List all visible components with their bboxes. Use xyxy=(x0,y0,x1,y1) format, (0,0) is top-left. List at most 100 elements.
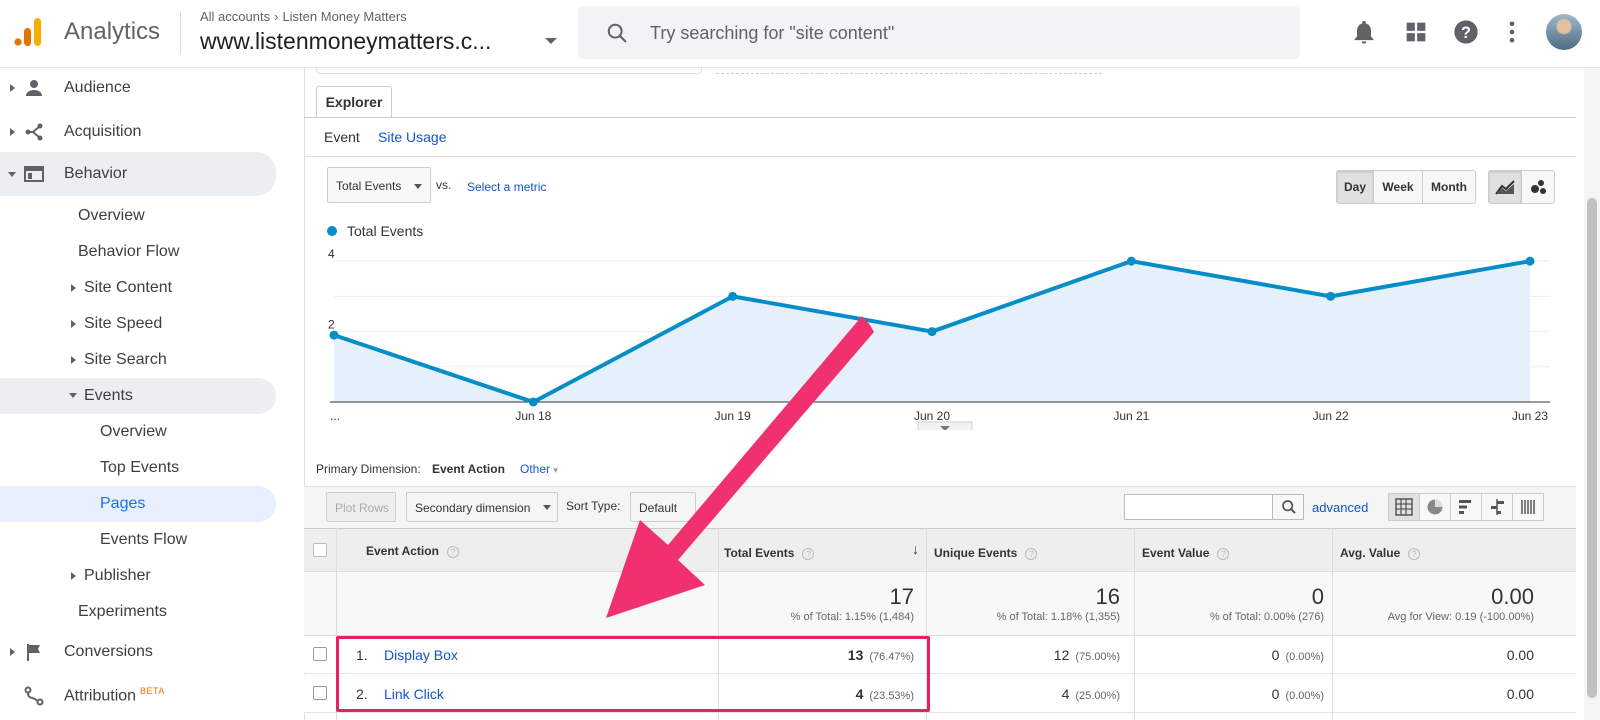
help-icon[interactable]: ? xyxy=(1025,547,1038,560)
analytics-logo-icon[interactable] xyxy=(12,16,44,48)
help-icon[interactable]: ? xyxy=(1408,547,1421,560)
total-events-chart[interactable]: 4 2... Jun 18 Jun 19 Jun 20 Jun 21 Jun 22 Jun 2… xyxy=(304,240,1576,430)
help-icon[interactable]: ? xyxy=(1217,547,1230,560)
search-bar[interactable]: Try searching for "site content" xyxy=(578,6,1300,59)
select-all-checkbox[interactable] xyxy=(313,543,327,557)
day-button[interactable]: Day xyxy=(1336,170,1374,204)
advanced-filter-link[interactable]: advanced xyxy=(1312,500,1368,515)
search-placeholder[interactable]: Try searching for "site content" xyxy=(650,23,894,44)
table-filter-input[interactable] xyxy=(1124,494,1274,520)
search-icon xyxy=(1282,500,1296,514)
date-range-box[interactable] xyxy=(316,68,702,74)
column-header-total-events[interactable]: Total Events? xyxy=(724,546,815,560)
breadcrumb[interactable]: All accounts › Listen Money Matters xyxy=(200,9,407,24)
comparison-icon xyxy=(1491,499,1504,515)
svg-text:?: ? xyxy=(1461,24,1471,42)
plot-rows-button[interactable]: Plot Rows xyxy=(326,492,396,522)
table-filter-search-button[interactable] xyxy=(1272,494,1304,520)
avg-value-percent: Avg for View: 0.19 (-100.00%) xyxy=(1387,611,1534,623)
bar-chart-icon xyxy=(1459,500,1471,514)
sidebar-item-behavior-flow[interactable]: Behavior Flow xyxy=(0,232,276,272)
help-icon[interactable]: ? xyxy=(446,545,459,558)
sidebar-item-audience[interactable]: Audience xyxy=(0,68,276,108)
attribution-label: Attribution xyxy=(64,687,137,705)
primary-dimension-event-action[interactable]: Event Action xyxy=(432,462,505,476)
column-header-event-action[interactable]: Event Action? xyxy=(366,544,459,558)
sidebar-item-events[interactable]: Events xyxy=(0,378,276,414)
caret-down-icon xyxy=(69,393,77,398)
primary-dimension-other[interactable]: Other ▾ xyxy=(520,462,558,476)
legend-label: Total Events xyxy=(347,223,424,239)
sidebar-item-label: Events xyxy=(84,387,133,404)
metric-select[interactable]: Total Events xyxy=(327,167,431,203)
month-button[interactable]: Month xyxy=(1422,170,1476,204)
sidebar-item-label: Conversions xyxy=(64,643,153,660)
caret-right-icon xyxy=(71,572,76,580)
secondary-dimension-select[interactable]: Secondary dimension xyxy=(406,492,558,522)
tab-explorer[interactable]: Explorer xyxy=(316,86,392,118)
sidebar-item-events-overview[interactable]: Overview xyxy=(0,412,276,452)
notifications-bell-icon[interactable] xyxy=(1350,18,1378,46)
caret-right-icon xyxy=(71,356,76,364)
row-checkbox[interactable] xyxy=(313,647,327,661)
line-chart-button[interactable] xyxy=(1488,170,1522,204)
property-selector[interactable]: www.listenmoneymatters.c... xyxy=(200,28,491,55)
view-comparison-button[interactable] xyxy=(1481,493,1513,521)
breadcrumb-account[interactable]: Listen Money Matters xyxy=(282,9,406,24)
view-performance-button[interactable] xyxy=(1450,493,1482,521)
x-tick-label: Jun 20 xyxy=(914,409,950,423)
help-icon[interactable]: ? xyxy=(802,547,815,560)
view-table-button[interactable] xyxy=(1388,493,1420,521)
scrollbar-thumb[interactable] xyxy=(1587,198,1597,698)
sidebar-item-events-flow[interactable]: Events Flow xyxy=(0,520,276,560)
chevron-down-icon[interactable] xyxy=(545,38,557,44)
pivot-icon xyxy=(1521,500,1535,514)
view-pie-button[interactable] xyxy=(1419,493,1451,521)
sidebar-item-conversions[interactable]: Conversions xyxy=(0,632,276,672)
motion-chart-button[interactable] xyxy=(1521,170,1555,204)
sidebar-item-attribution[interactable]: Attribution BETA xyxy=(0,676,276,716)
sidebar-item-acquisition[interactable]: Acquisition xyxy=(0,112,276,152)
column-header-unique-events[interactable]: Unique Events? xyxy=(934,546,1038,560)
sort-desc-arrow-icon[interactable]: ↓ xyxy=(912,541,919,557)
sidebar-item-experiments[interactable]: Experiments xyxy=(0,592,276,632)
sidebar-item-site-speed[interactable]: Site Speed xyxy=(0,304,276,344)
week-button[interactable]: Week xyxy=(1373,170,1423,204)
unique-events-pct: (25.00%) xyxy=(1075,690,1120,702)
select-metric-link[interactable]: Select a metric xyxy=(467,180,546,194)
annotation-highlight-box xyxy=(336,636,930,712)
person-icon xyxy=(26,80,42,96)
sidebar-item-behavior[interactable]: Behavior xyxy=(0,152,276,196)
primary-dimension-label: Primary Dimension: xyxy=(316,462,421,476)
help-icon[interactable]: ? xyxy=(1452,18,1480,46)
scrollbar[interactable] xyxy=(1584,68,1600,720)
sidebar-item-top-events[interactable]: Top Events xyxy=(0,448,276,488)
sidebar-item-site-content[interactable]: Site Content xyxy=(0,268,276,308)
sort-type-value: Default xyxy=(639,501,678,515)
sidebar-item-label: Overview xyxy=(100,423,167,440)
unique-events-percent: % of Total: 1.18% (1,355) xyxy=(996,611,1120,623)
column-header-event-value[interactable]: Event Value? xyxy=(1142,546,1230,560)
segment-placeholder[interactable] xyxy=(716,68,1102,74)
unique-events-cell: 12 (75.00%) xyxy=(924,647,1120,663)
column-header-avg-value[interactable]: Avg. Value? xyxy=(1340,546,1421,560)
apps-grid-icon[interactable] xyxy=(1402,18,1430,46)
row-checkbox[interactable] xyxy=(313,686,327,700)
more-vert-icon[interactable] xyxy=(1498,18,1526,46)
flag-icon xyxy=(27,644,40,661)
legend-swatch xyxy=(327,226,337,236)
subtab-event[interactable]: Event xyxy=(324,129,360,145)
sort-type-select[interactable]: Default xyxy=(630,492,696,522)
subtab-site-usage[interactable]: Site Usage xyxy=(378,129,446,145)
view-pivot-button[interactable] xyxy=(1512,493,1544,521)
sidebar-item-site-search[interactable]: Site Search xyxy=(0,340,276,380)
chevron-down-icon xyxy=(543,505,551,510)
breadcrumb-all-accounts[interactable]: All accounts xyxy=(200,9,270,24)
sidebar-item-behavior-overview[interactable]: Overview xyxy=(0,196,276,236)
sidebar-item-publisher[interactable]: Publisher xyxy=(0,556,276,596)
sidebar-item-pages[interactable]: Pages xyxy=(0,486,276,522)
pie-chart-icon xyxy=(1427,499,1443,515)
sidebar-item-label: Behavior Flow xyxy=(78,243,180,260)
sidebar-item-label: Acquisition xyxy=(64,123,142,140)
avatar[interactable] xyxy=(1546,14,1582,50)
